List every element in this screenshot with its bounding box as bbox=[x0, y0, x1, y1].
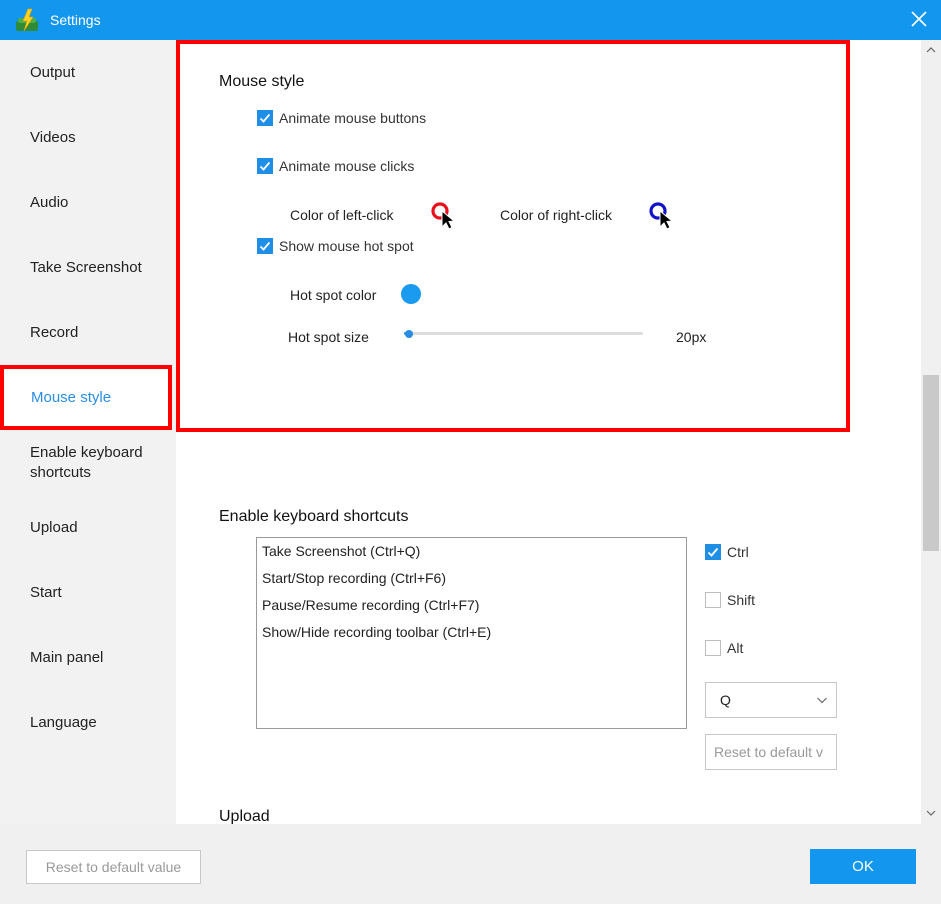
checkbox-box bbox=[705, 640, 721, 656]
check-icon bbox=[259, 241, 271, 251]
left-click-color-label: Color of left-click bbox=[290, 207, 394, 223]
checkbox-label: Ctrl bbox=[727, 544, 749, 560]
ctrl-checkbox[interactable]: Ctrl bbox=[705, 544, 749, 560]
select-value: Q bbox=[720, 692, 731, 708]
animate-mouse-buttons-checkbox[interactable]: Animate mouse buttons bbox=[257, 110, 426, 126]
list-item[interactable]: Show/Hide recording toolbar (Ctrl+E) bbox=[257, 619, 686, 646]
close-icon[interactable] bbox=[909, 9, 929, 29]
sidebar-item-label: Mouse style bbox=[31, 389, 112, 406]
sidebar-item-upload[interactable]: Upload bbox=[0, 495, 176, 560]
checkbox-label: Animate mouse clicks bbox=[279, 158, 415, 174]
checkbox-box bbox=[257, 238, 273, 254]
shift-checkbox[interactable]: Shift bbox=[705, 592, 755, 608]
checkbox-box bbox=[705, 592, 721, 608]
footer-bar: Reset to default value OK bbox=[0, 824, 941, 904]
checkbox-label: Show mouse hot spot bbox=[279, 238, 414, 254]
shortcut-key-select[interactable]: Q bbox=[705, 682, 837, 718]
title-bar: Settings bbox=[0, 0, 941, 40]
sidebar: Output Videos Audio Take Screenshot Reco… bbox=[0, 40, 176, 824]
scroll-up-icon[interactable] bbox=[926, 45, 936, 55]
sidebar-item-main-panel[interactable]: Main panel bbox=[0, 625, 176, 690]
checkbox-box bbox=[257, 158, 273, 174]
check-icon bbox=[259, 161, 271, 171]
right-click-color-cursor-icon[interactable] bbox=[648, 201, 674, 229]
shortcuts-listbox[interactable]: Take Screenshot (Ctrl+Q) Start/Stop reco… bbox=[256, 537, 687, 729]
sidebar-item-label: Record bbox=[30, 324, 79, 341]
sidebar-item-output[interactable]: Output bbox=[0, 40, 176, 105]
right-click-color-label: Color of right-click bbox=[500, 207, 613, 223]
sidebar-item-label: Enable keyboard shortcuts bbox=[30, 443, 143, 481]
checkbox-box bbox=[705, 544, 721, 560]
hot-spot-size-label: Hot spot size bbox=[288, 329, 369, 345]
sidebar-item-label: Upload bbox=[30, 519, 78, 536]
show-mouse-hot-spot-checkbox[interactable]: Show mouse hot spot bbox=[257, 238, 414, 254]
left-click-color-cursor-icon[interactable] bbox=[430, 201, 456, 229]
sidebar-item-language[interactable]: Language bbox=[0, 690, 176, 755]
checkbox-label: Alt bbox=[727, 640, 744, 656]
reset-shortcut-button[interactable]: Reset to default v bbox=[705, 734, 837, 770]
sidebar-item-label: Audio bbox=[30, 194, 69, 211]
hot-spot-size-value: 20px bbox=[676, 329, 707, 345]
hot-spot-size-slider-thumb[interactable] bbox=[405, 330, 413, 338]
sidebar-item-mouse-style[interactable]: Mouse style bbox=[0, 365, 172, 430]
checkbox-box bbox=[257, 110, 273, 126]
hot-spot-color-label: Hot spot color bbox=[290, 287, 377, 303]
sidebar-item-videos[interactable]: Videos bbox=[0, 105, 176, 170]
chevron-down-icon bbox=[817, 697, 827, 704]
list-item[interactable]: Start/Stop recording (Ctrl+F6) bbox=[257, 565, 686, 592]
scrollbar-thumb[interactable] bbox=[923, 375, 939, 551]
sidebar-item-start[interactable]: Start bbox=[0, 560, 176, 625]
animate-mouse-clicks-checkbox[interactable]: Animate mouse clicks bbox=[257, 158, 414, 174]
checkbox-label: Animate mouse buttons bbox=[279, 110, 427, 126]
sidebar-item-keyboard-shortcuts[interactable]: Enable keyboard shortcuts bbox=[0, 430, 170, 495]
list-item[interactable]: Take Screenshot (Ctrl+Q) bbox=[257, 538, 686, 565]
list-item[interactable]: Pause/Resume recording (Ctrl+F7) bbox=[257, 592, 686, 619]
check-icon bbox=[259, 113, 271, 123]
sidebar-item-label: Output bbox=[30, 64, 76, 81]
sidebar-item-label: Start bbox=[30, 584, 62, 601]
sidebar-item-label: Take Screenshot bbox=[30, 259, 142, 276]
content-scrollbar[interactable] bbox=[921, 40, 941, 824]
sidebar-item-audio[interactable]: Audio bbox=[0, 170, 176, 235]
alt-checkbox[interactable]: Alt bbox=[705, 640, 743, 656]
window-title: Settings bbox=[50, 12, 101, 28]
check-icon bbox=[707, 547, 719, 557]
sidebar-item-label: Language bbox=[30, 714, 97, 731]
settings-content: Mouse style Animate mouse buttons Animat… bbox=[176, 40, 921, 824]
mouse-style-highlight bbox=[176, 40, 850, 432]
hot-spot-color-swatch[interactable] bbox=[401, 284, 421, 304]
sidebar-item-label: Main panel bbox=[30, 649, 104, 666]
keyboard-shortcuts-title: Enable keyboard shortcuts bbox=[219, 508, 409, 525]
checkbox-label: Shift bbox=[727, 592, 756, 608]
app-logo-icon bbox=[16, 8, 38, 32]
sidebar-item-label: Videos bbox=[30, 129, 76, 146]
mouse-style-title: Mouse style bbox=[219, 73, 305, 90]
upload-title: Upload bbox=[219, 808, 270, 824]
ok-button[interactable]: OK bbox=[810, 849, 916, 884]
hot-spot-size-slider[interactable] bbox=[404, 332, 643, 335]
scroll-down-icon[interactable] bbox=[926, 808, 936, 818]
sidebar-item-record[interactable]: Record bbox=[0, 300, 176, 365]
reset-to-default-button[interactable]: Reset to default value bbox=[26, 850, 201, 884]
sidebar-item-take-screenshot[interactable]: Take Screenshot bbox=[0, 235, 176, 300]
